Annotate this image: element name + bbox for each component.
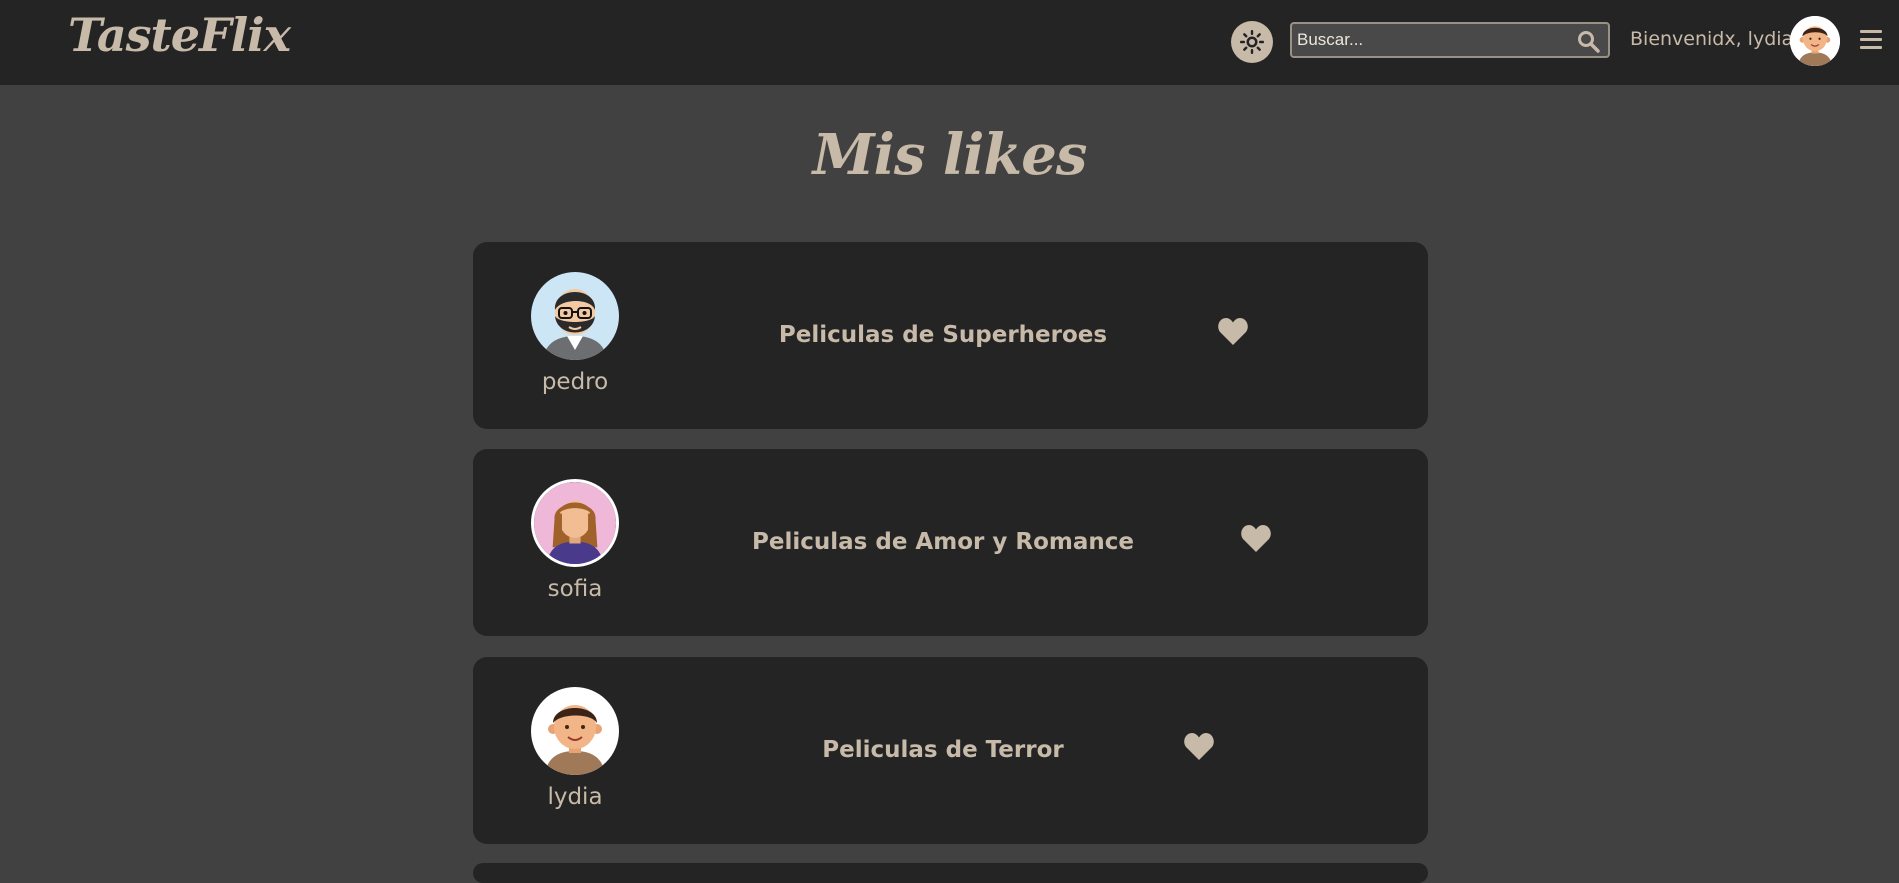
- hamburger-menu-icon[interactable]: [1860, 30, 1882, 50]
- sun-icon: [1240, 30, 1264, 54]
- heart-icon[interactable]: [1240, 523, 1272, 553]
- theme-toggle-button[interactable]: [1231, 21, 1273, 63]
- heart-icon[interactable]: [1217, 316, 1249, 346]
- avatar[interactable]: [531, 687, 619, 775]
- user-avatar[interactable]: [1790, 16, 1840, 66]
- avatar[interactable]: [531, 272, 619, 360]
- search-box: [1290, 22, 1610, 58]
- card-username[interactable]: sofia: [515, 576, 635, 602]
- like-card[interactable]: pedro Peliculas de Superheroes: [473, 242, 1428, 429]
- avatar-young-man: [531, 687, 619, 775]
- app-logo[interactable]: TasteFlix: [68, 8, 291, 62]
- card-username[interactable]: lydia: [515, 784, 635, 810]
- avatar[interactable]: [531, 479, 619, 567]
- page-title: Mis likes: [812, 122, 1088, 188]
- avatar-woman: [534, 482, 616, 564]
- card-list-title[interactable]: Peliculas de Superheroes: [673, 322, 1213, 348]
- heart-icon[interactable]: [1183, 731, 1215, 761]
- avatar-young-man: [1790, 16, 1840, 66]
- like-card[interactable]: lydia Peliculas de Terror: [473, 657, 1428, 844]
- navbar: TasteFlix Bienvenidx, lydia: [0, 0, 1899, 85]
- welcome-text: Bienvenidx, lydia: [1630, 28, 1794, 50]
- card-list-title[interactable]: Peliculas de Amor y Romance: [673, 529, 1213, 555]
- search-input[interactable]: [1294, 26, 1570, 54]
- like-card-partial[interactable]: [473, 863, 1428, 883]
- search-icon[interactable]: [1576, 29, 1600, 53]
- like-card[interactable]: sofia Peliculas de Amor y Romance: [473, 449, 1428, 636]
- card-list-title[interactable]: Peliculas de Terror: [673, 737, 1213, 763]
- avatar-bearded-man: [531, 272, 619, 360]
- card-username[interactable]: pedro: [515, 369, 635, 395]
